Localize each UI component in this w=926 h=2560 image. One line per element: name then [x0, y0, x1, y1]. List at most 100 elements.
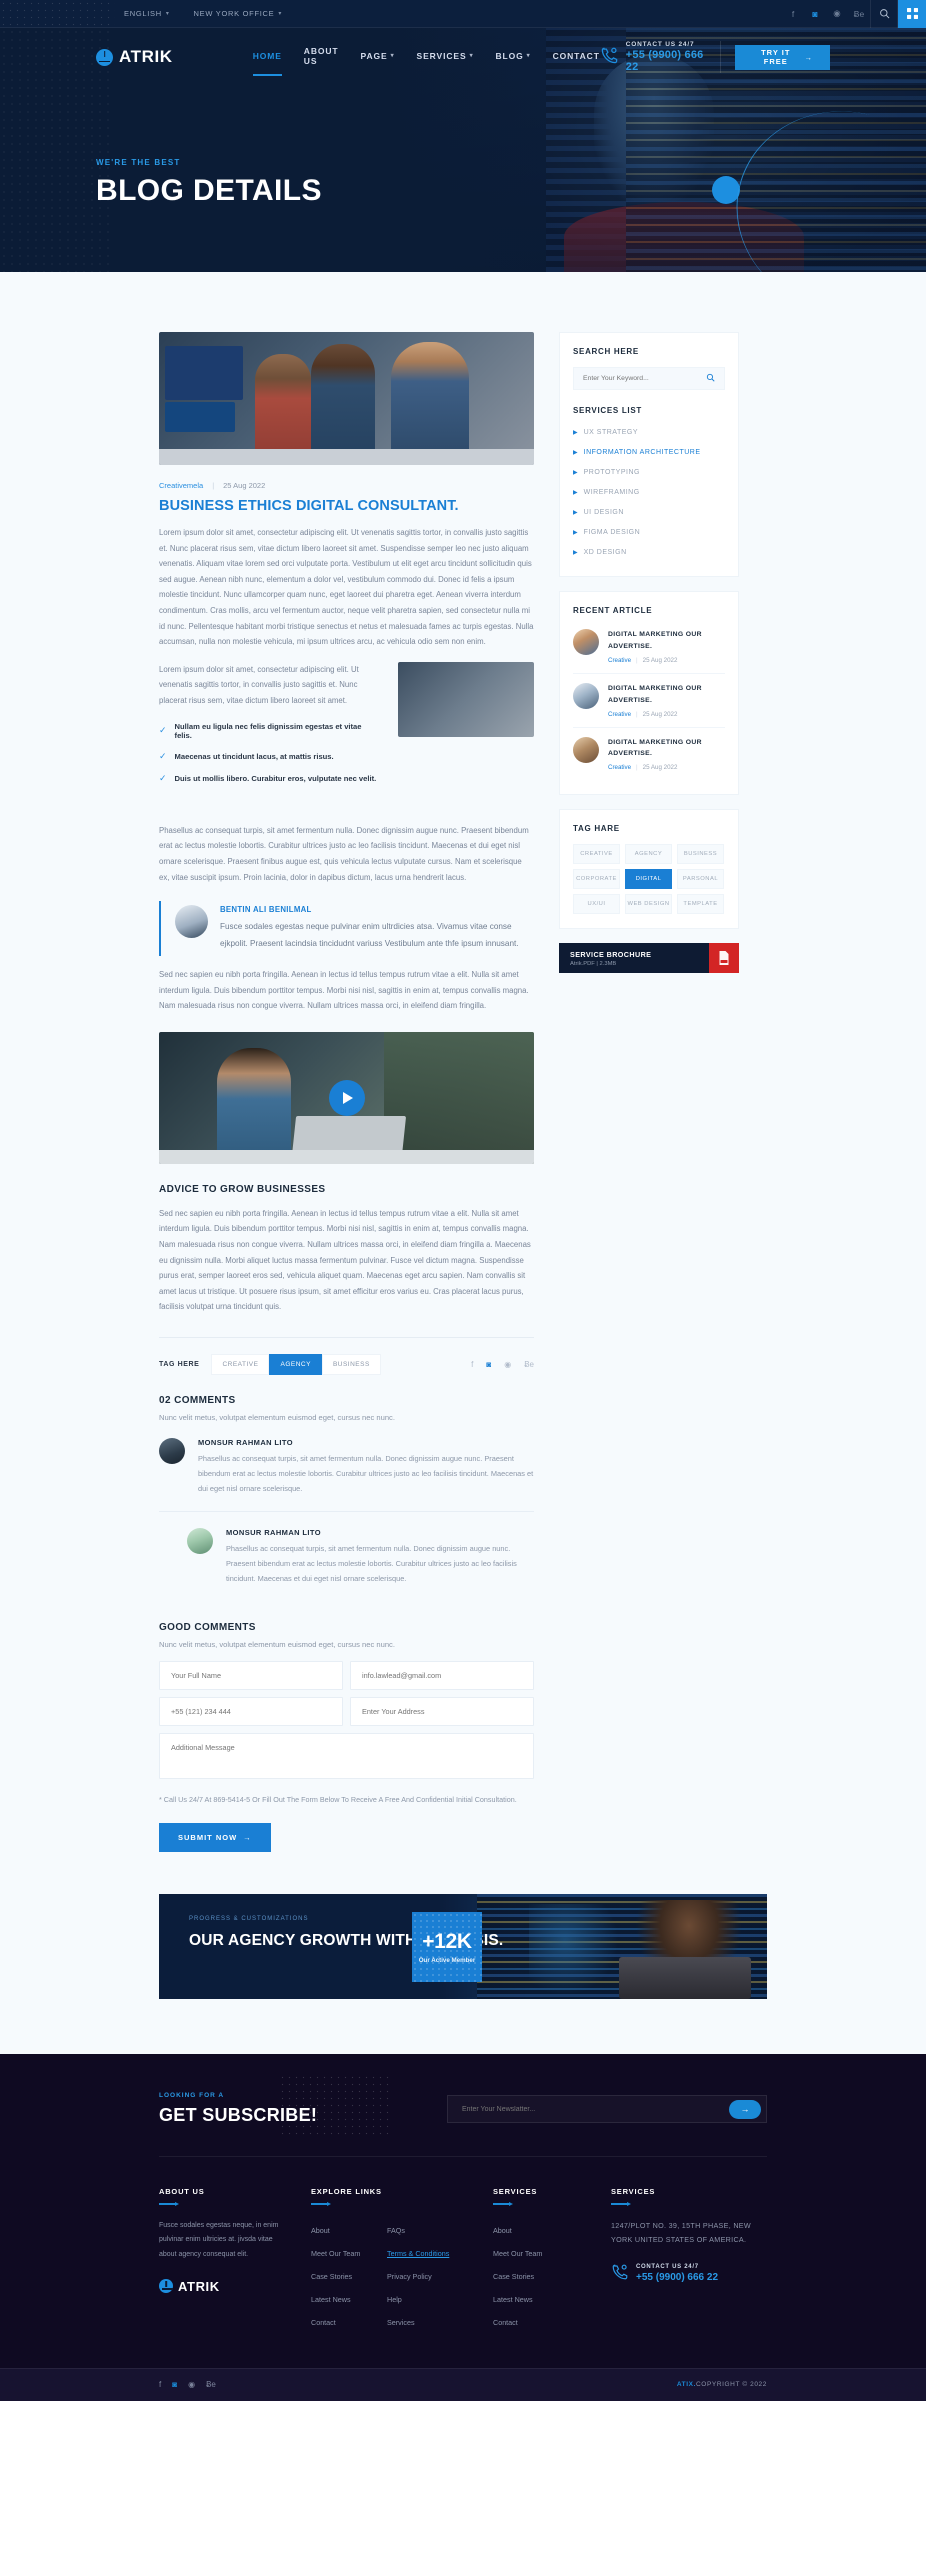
meta-separator: | — [636, 764, 638, 772]
footer-services-column: SERVICES About Meet Our Team Case Storie… — [493, 2187, 611, 2334]
search-input[interactable] — [583, 375, 706, 382]
tag-digital[interactable]: DIGITAL — [625, 869, 672, 890]
nav-links: HOME ABOUT US PAGE ▾ SERVICES ▾ BLOG ▾ CONT… — [252, 46, 600, 76]
footer-logo[interactable]: ATRIK — [159, 2279, 311, 2294]
tag-chip-business[interactable]: BUSINESS — [321, 1353, 381, 1375]
nav-item-about-us[interactable]: ABOUT US — [304, 46, 339, 69]
footer-link-terms-conditions[interactable]: Terms & Conditions — [387, 2249, 449, 2258]
cta-stat-label: Our Active Member — [418, 1957, 476, 1965]
article-tag-share-row: TAG HERE CREATIVE AGENCY BUSINESS f ◙ ◉ … — [159, 1336, 534, 1375]
tag-business[interactable]: BUSINESS — [677, 844, 724, 865]
recent-article-item[interactable]: DIGITAL MARKETING OUR ADVERTISE. Creativ… — [573, 728, 725, 781]
grid-icon[interactable] — [898, 0, 926, 28]
search-widget: SEARCH HERE SERVICES LIST ▶ UX STRATEGY ▶… — [559, 332, 739, 577]
try-it-free-button[interactable]: TRY IT FREE → — [735, 44, 830, 70]
footer-logo-text: ATRIK — [178, 2278, 220, 2294]
service-brochure-card[interactable]: SERVICE BROCHURE Atrik.PDF | 2.3MB — [559, 943, 739, 974]
tag-agency[interactable]: AGENCY — [625, 844, 672, 865]
dribbble-icon[interactable]: ◉ — [188, 2380, 195, 2389]
facebook-icon[interactable]: f — [471, 1360, 473, 1369]
subscribe-submit-button[interactable]: → — [729, 2099, 761, 2119]
email-input[interactable] — [350, 1660, 534, 1690]
quote-text: Fusce sodales egestas neque pulvinar eni… — [220, 922, 519, 948]
language-selector[interactable]: ENGLISH ▾ — [124, 9, 170, 18]
footer-service-latest-news[interactable]: Latest News — [493, 2295, 533, 2304]
footer-link-latest-news[interactable]: Latest News — [311, 2295, 351, 2304]
nav-item-blog[interactable]: BLOG ▾ — [495, 46, 530, 69]
article-video[interactable] — [159, 1031, 534, 1164]
topbar-social-links: f ◙ ◉ Ƀe — [782, 0, 870, 28]
instagram-icon[interactable]: ◙ — [804, 0, 826, 28]
play-icon[interactable] — [328, 1079, 365, 1116]
tag-corporate[interactable]: CORPORATE — [573, 869, 620, 890]
tag-web-design[interactable]: WEB DESIGN — [625, 894, 672, 915]
tag-creative[interactable]: CREATIVE — [573, 844, 620, 865]
phone-input[interactable] — [159, 1696, 343, 1726]
search-icon[interactable] — [706, 373, 715, 384]
service-item-figma-design[interactable]: ▶ FIGMA DESIGN — [573, 522, 725, 542]
search-icon[interactable] — [870, 0, 898, 28]
footer-link-contact[interactable]: Contact — [311, 2318, 336, 2327]
footer-link-privacy-policy[interactable]: Privacy Policy — [387, 2272, 432, 2281]
tag-parsonal[interactable]: PARSONAL — [677, 869, 724, 890]
nav-item-page[interactable]: PAGE ▾ — [361, 46, 395, 69]
footer-link-help[interactable]: Help — [387, 2295, 402, 2304]
service-item-ux-strategy[interactable]: ▶ UX STRATEGY — [573, 422, 725, 442]
instagram-icon[interactable]: ◙ — [486, 1360, 491, 1369]
nav-item-home[interactable]: HOME — [252, 46, 282, 76]
tag-chip-creative[interactable]: CREATIVE — [211, 1353, 270, 1375]
office-selector[interactable]: NEW YORK OFFICE ▾ — [194, 9, 283, 18]
footer-service-meet-our-team[interactable]: Meet Our Team — [493, 2249, 542, 2258]
copyright-brand: ATIX. — [676, 2381, 696, 2389]
chevron-right-icon: ▶ — [573, 489, 578, 496]
footer-link-meet-our-team[interactable]: Meet Our Team — [311, 2249, 360, 2258]
service-item-prototyping[interactable]: ▶ PROTOTYPING — [573, 462, 725, 482]
footer-contact-block[interactable]: CONTACT US 24/7 +55 (9900) 666 22 — [611, 2263, 767, 2284]
facebook-icon[interactable]: f — [782, 0, 804, 28]
nav-item-services[interactable]: SERVICES ▾ — [417, 46, 474, 69]
full-name-input[interactable] — [159, 1660, 343, 1690]
footer-link-about[interactable]: About — [311, 2226, 330, 2235]
recent-article-item-title: DIGITAL MARKETING OUR ADVERTISE. — [608, 631, 702, 650]
dribbble-icon[interactable]: ◉ — [504, 1360, 511, 1369]
submit-button[interactable]: SUBMIT NOW → — [159, 1823, 271, 1853]
recent-article-item[interactable]: DIGITAL MARKETING OUR ADVERTISE. Creativ… — [573, 620, 725, 674]
tag-chip-agency[interactable]: AGENCY — [269, 1353, 322, 1375]
tag-list: CREATIVE AGENCY BUSINESS CORPORATE DIGIT… — [573, 844, 725, 915]
recent-article-item[interactable]: DIGITAL MARKETING OUR ADVERTISE. Creativ… — [573, 674, 725, 728]
recent-article-widget: RECENT ARTICLE DIGITAL MARKETING OUR ADV… — [559, 591, 739, 796]
article-category[interactable]: Creativemela — [159, 481, 203, 490]
pdf-file-icon[interactable] — [709, 943, 739, 974]
newsletter-input[interactable] — [462, 2105, 729, 2113]
behance-icon[interactable]: Ƀe — [206, 2380, 216, 2389]
tag-ux-ui[interactable]: UX/UI — [573, 894, 620, 915]
footer-link-faqs[interactable]: FAQs — [387, 2226, 405, 2235]
service-item-information-architecture[interactable]: ▶ INFORMATION ARCHITECTURE — [573, 442, 725, 462]
chevron-right-icon: ▶ — [573, 449, 578, 456]
instagram-icon[interactable]: ◙ — [172, 2380, 177, 2389]
address-input[interactable] — [350, 1696, 534, 1726]
service-label: WIREFRAMING — [583, 488, 640, 496]
footer-social-links: f ◙ ◉ Ƀe — [159, 2380, 216, 2389]
footer-service-case-stories[interactable]: Case Stories — [493, 2272, 534, 2281]
facebook-icon[interactable]: f — [159, 2380, 161, 2389]
footer-service-about[interactable]: About — [493, 2226, 512, 2235]
message-textarea[interactable] — [159, 1732, 534, 1779]
behance-icon[interactable]: Ƀe — [524, 1360, 534, 1369]
footer-contact-title: SERVICES — [611, 2187, 656, 2197]
dribbble-icon[interactable]: ◉ — [826, 0, 848, 28]
service-item-wireframing[interactable]: ▶ WIREFRAMING — [573, 482, 725, 502]
footer-services-title: SERVICES — [493, 2187, 538, 2197]
checklist-label: Nullam eu ligula nec felis dignissim ege… — [174, 721, 362, 740]
footer-service-contact[interactable]: Contact — [493, 2318, 518, 2327]
site-logo[interactable]: ATRIK — [96, 47, 173, 67]
header-contact[interactable]: CONTACT US 24/7 +55 (9900) 666 22 — [600, 41, 722, 73]
footer-link-services[interactable]: Services — [387, 2318, 415, 2327]
service-item-xd-design[interactable]: ▶ XD DESIGN — [573, 542, 725, 562]
behance-icon[interactable]: Ƀe — [848, 0, 870, 28]
tag-widget: TAG HARE CREATIVE AGENCY BUSINESS CORPOR… — [559, 809, 739, 930]
service-item-ui-design[interactable]: ▶ UI DESIGN — [573, 502, 725, 522]
footer-link-case-stories[interactable]: Case Stories — [311, 2272, 352, 2281]
nav-item-contact[interactable]: CONTACT — [553, 46, 600, 69]
tag-template[interactable]: TEMPLATE — [677, 894, 724, 915]
